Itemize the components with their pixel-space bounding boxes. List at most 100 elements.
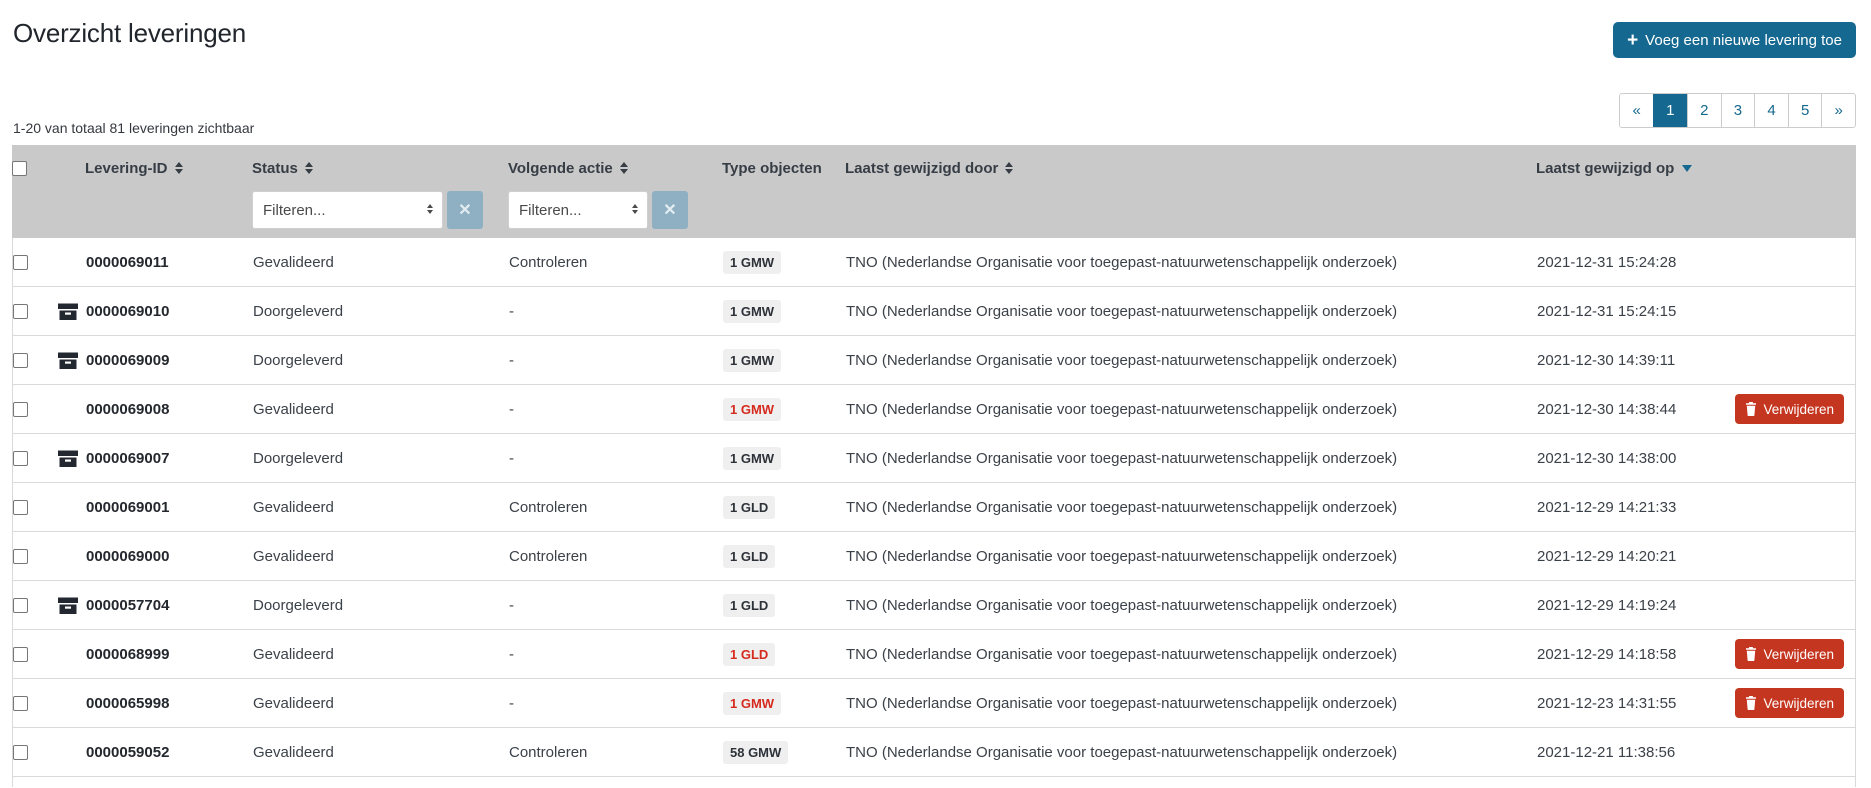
type-objects-badge: 1 GLD xyxy=(723,545,775,568)
table-header: Levering-ID Status Volgende actie Type o… xyxy=(12,145,1856,238)
row-checkbox[interactable] xyxy=(13,451,28,466)
column-header-volgende-actie[interactable]: Volgende actie xyxy=(496,160,710,177)
status-value: Gevalideerd xyxy=(241,238,497,286)
next-action-value: - xyxy=(497,336,711,384)
modified-by: TNO (Nederlandse Organisatie voor toegep… xyxy=(834,434,1525,482)
pagination-prev[interactable]: « xyxy=(1620,94,1654,127)
row-checkbox[interactable] xyxy=(13,598,28,613)
modified-at: 2021-12-29 14:21:33 xyxy=(1525,483,1726,531)
row-checkbox[interactable] xyxy=(13,549,28,564)
delete-button[interactable]: Verwijderen xyxy=(1735,688,1844,718)
pagination-page[interactable]: 5 xyxy=(1788,94,1822,127)
levering-id: 0000069010 xyxy=(86,287,241,335)
clear-icon: ✕ xyxy=(458,200,471,220)
levering-id: 0000069008 xyxy=(86,385,241,433)
table-row: 0000065998 Gevalideerd - 1 GMW TNO (Nede… xyxy=(13,679,1855,728)
row-checkbox[interactable] xyxy=(13,647,28,662)
row-checkbox[interactable] xyxy=(13,304,28,319)
add-delivery-button[interactable]: + Voeg een nieuwe levering toe xyxy=(1613,22,1856,58)
action-filter-select[interactable]: Filteren... xyxy=(508,191,648,229)
type-objects-badge: 58 GMW xyxy=(723,741,788,764)
row-checkbox[interactable] xyxy=(13,500,28,515)
levering-id: 0000057704 xyxy=(86,581,241,629)
levering-id: 0000059052 xyxy=(86,728,241,776)
clear-icon: ✕ xyxy=(663,200,676,220)
column-header-levering-id[interactable]: Levering-ID xyxy=(85,160,240,177)
pagination: « 12345 » xyxy=(1619,93,1856,128)
add-delivery-label: Voeg een nieuwe levering toe xyxy=(1645,32,1842,49)
status-filter-select[interactable]: Filteren... xyxy=(252,191,443,229)
type-objects-badge: 1 GMW xyxy=(723,692,781,715)
modified-at: 2021-12-30 14:38:00 xyxy=(1525,434,1726,482)
trash-icon xyxy=(1745,402,1757,416)
status-filter-clear-button[interactable]: ✕ xyxy=(447,191,483,229)
modified-by: TNO (Nederlandse Organisatie voor toegep… xyxy=(834,679,1525,727)
sort-icon xyxy=(305,162,313,174)
modified-by: TNO (Nederlandse Organisatie voor toegep… xyxy=(834,385,1525,433)
column-header-laatst-gewijzigd-op[interactable]: Laatst gewijzigd op xyxy=(1524,160,1725,177)
modified-at: 2021-12-29 14:20:21 xyxy=(1525,532,1726,580)
status-value: Gevalideerd xyxy=(241,630,497,678)
delete-button[interactable]: Verwijderen xyxy=(1735,639,1844,669)
modified-by: TNO (Nederlandse Organisatie voor toegep… xyxy=(834,728,1525,776)
table-row: 0000069010 Doorgeleverd - 1 GMW TNO (Ned… xyxy=(13,287,1855,336)
next-action-value: - xyxy=(497,679,711,727)
type-objects-badge: 1 GLD xyxy=(723,643,775,666)
table-row: 0000068999 Gevalideerd - 1 GLD TNO (Nede… xyxy=(13,630,1855,679)
delete-button[interactable]: Verwijderen xyxy=(1735,394,1844,424)
deliveries-table: Levering-ID Status Volgende actie Type o… xyxy=(12,145,1856,787)
table-row: 0000069000 Gevalideerd Controleren 1 GLD… xyxy=(13,532,1855,581)
select-arrows-icon xyxy=(427,204,433,214)
sort-icon xyxy=(175,162,183,174)
row-checkbox[interactable] xyxy=(13,353,28,368)
column-header-type-objecten: Type objecten xyxy=(710,160,833,177)
table-row: 0000059052 Gevalideerd Controleren 58 GM… xyxy=(13,728,1855,777)
next-action-value: - xyxy=(497,581,711,629)
column-header-status[interactable]: Status xyxy=(240,160,496,177)
pagination-page[interactable]: 1 xyxy=(1653,94,1687,127)
select-all-checkbox[interactable] xyxy=(12,161,27,176)
row-checkbox[interactable] xyxy=(13,402,28,417)
pagination-next[interactable]: » xyxy=(1821,94,1855,127)
pagination-page[interactable]: 2 xyxy=(1687,94,1721,127)
type-objects-badge: 1 GMW xyxy=(723,349,781,372)
sort-icon xyxy=(620,162,628,174)
pagination-page[interactable]: 3 xyxy=(1721,94,1755,127)
levering-id: 0000069000 xyxy=(86,532,241,580)
row-checkbox[interactable] xyxy=(13,696,28,711)
table-body: 0000069011 Gevalideerd Controleren 1 GMW… xyxy=(12,238,1856,787)
results-summary: 1-20 van totaal 81 leveringen zichtbaar xyxy=(13,120,254,136)
modified-by: TNO (Nederlandse Organisatie voor toegep… xyxy=(834,630,1525,678)
next-action-value: - xyxy=(497,630,711,678)
modified-by: TNO (Nederlandse Organisatie voor toegep… xyxy=(834,287,1525,335)
table-row: 0000069008 Gevalideerd - 1 GMW TNO (Nede… xyxy=(13,385,1855,434)
table-row: 0000069009 Doorgeleverd - 1 GMW TNO (Ned… xyxy=(13,336,1855,385)
levering-id: 0000069011 xyxy=(86,238,241,286)
trash-icon xyxy=(1745,647,1757,661)
pagination-page[interactable]: 4 xyxy=(1754,94,1788,127)
archive-icon xyxy=(57,594,79,616)
next-action-value: Controleren xyxy=(497,532,711,580)
table-row: 0000057704 Doorgeleverd - 1 GLD TNO (Ned… xyxy=(13,581,1855,630)
levering-id: 0000068999 xyxy=(86,630,241,678)
modified-at: 2021-12-21 11:38:56 xyxy=(1525,728,1726,776)
status-value: Gevalideerd xyxy=(241,728,497,776)
column-header-laatst-gewijzigd-door[interactable]: Laatst gewijzigd door xyxy=(833,160,1524,177)
modified-by: TNO (Nederlandse Organisatie voor toegep… xyxy=(834,581,1525,629)
page-title: Overzicht leveringen xyxy=(13,18,246,49)
levering-id: 0000069009 xyxy=(86,336,241,384)
modified-at: 2021-12-23 14:31:55 xyxy=(1525,679,1726,727)
archive-icon xyxy=(57,447,79,469)
type-objects-badge: 1 GLD xyxy=(723,594,775,617)
row-checkbox[interactable] xyxy=(13,745,28,760)
modified-at: 2021-12-30 14:38:44 xyxy=(1525,385,1726,433)
type-objects-badge: 1 GMW xyxy=(723,398,781,421)
next-action-value: - xyxy=(497,287,711,335)
row-checkbox[interactable] xyxy=(13,255,28,270)
modified-by: TNO (Nederlandse Organisatie voor toegep… xyxy=(834,238,1525,286)
action-filter-clear-button[interactable]: ✕ xyxy=(652,191,688,229)
modified-at: 2021-12-29 14:18:58 xyxy=(1525,630,1726,678)
sort-desc-icon xyxy=(1682,165,1692,172)
type-objects-badge: 1 GLD xyxy=(723,496,775,519)
table-row: 0000069007 Doorgeleverd - 1 GMW TNO (Ned… xyxy=(13,434,1855,483)
